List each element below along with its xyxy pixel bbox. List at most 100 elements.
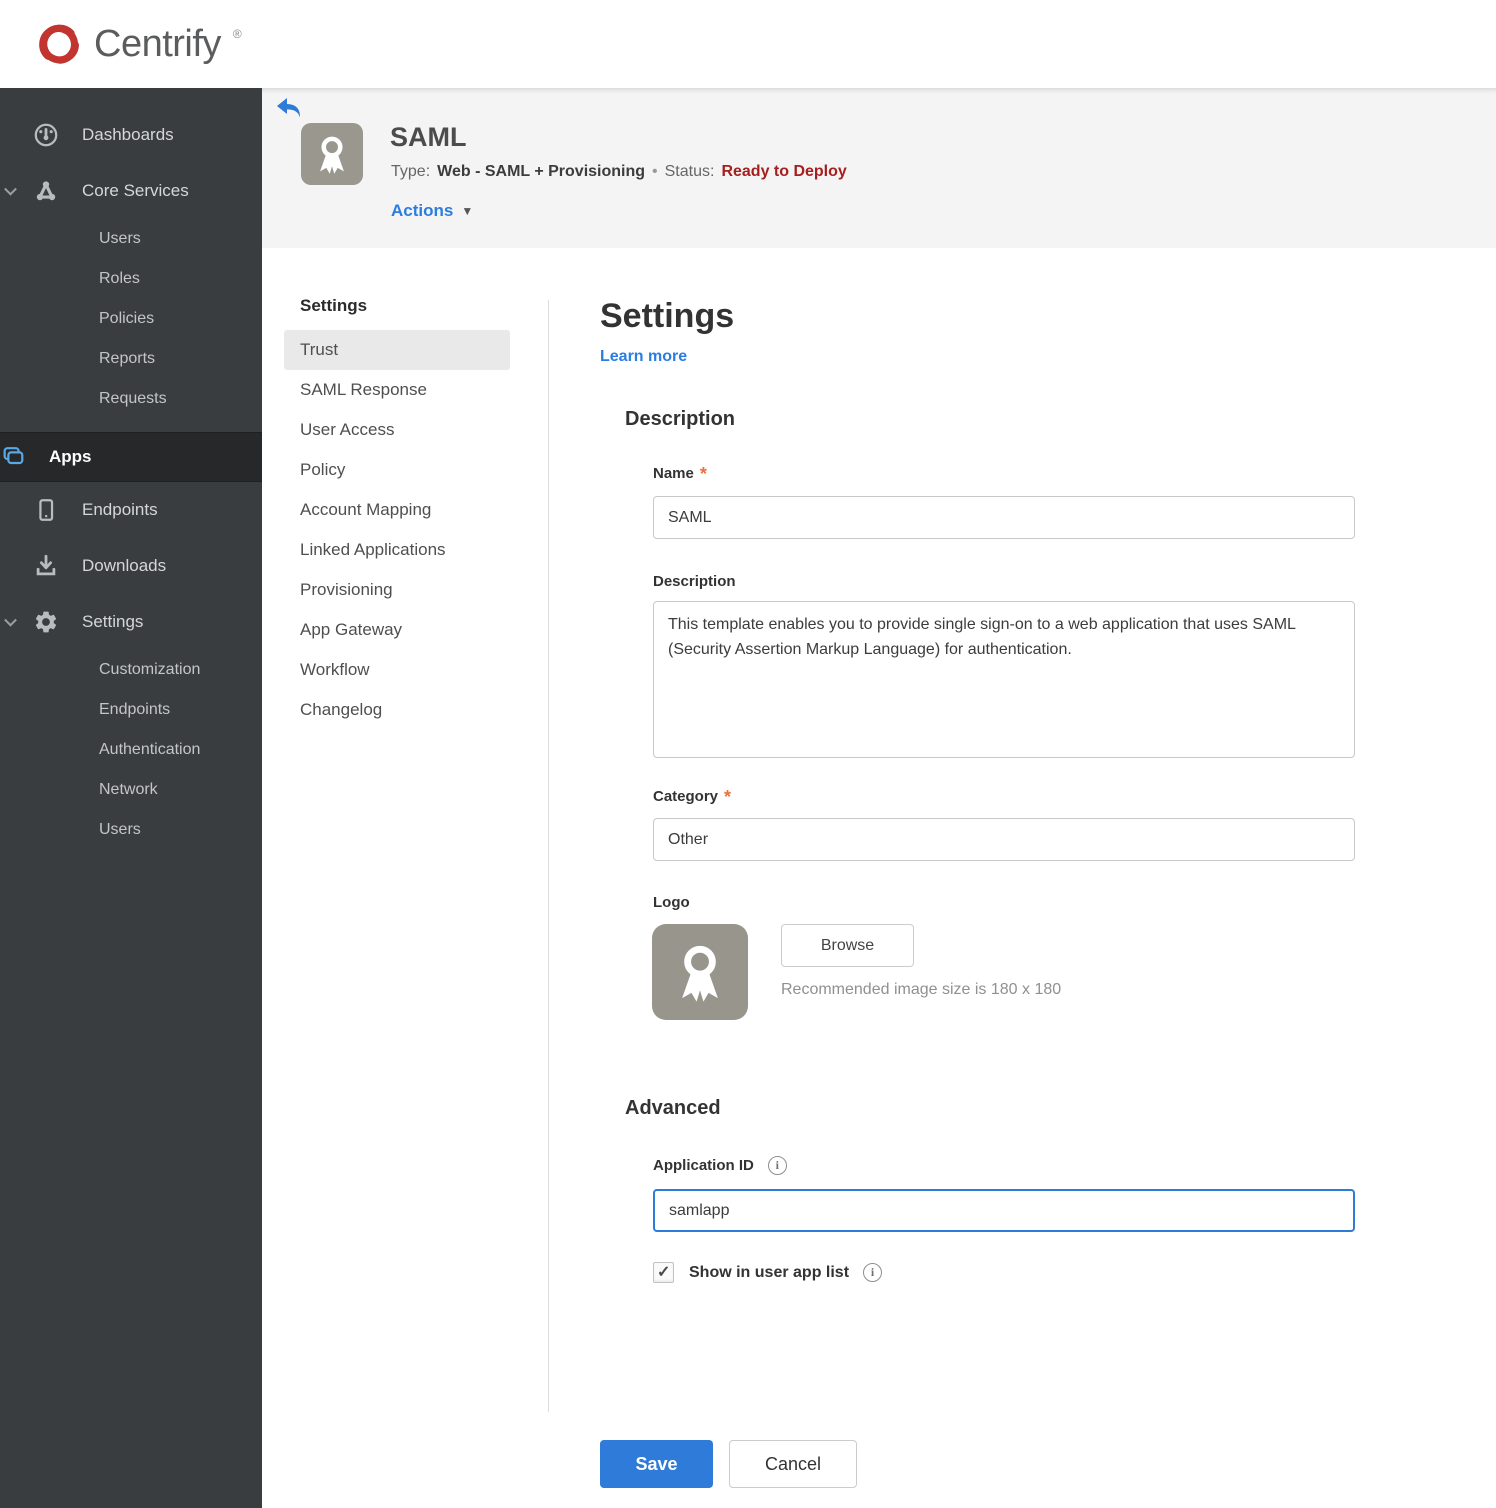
browse-button[interactable]: Browse: [781, 924, 914, 967]
sidebar-item-label: Customization: [99, 661, 201, 678]
type-value: Web - SAML + Provisioning: [437, 163, 646, 180]
subnav-item-policy[interactable]: Policy: [284, 450, 510, 490]
core-services-icon: [36, 181, 56, 201]
registered-mark: ®: [232, 27, 242, 41]
category-field[interactable]: [653, 818, 1355, 861]
subnav-item-provisioning[interactable]: Provisioning: [284, 570, 510, 610]
sidebar-item-authentication[interactable]: Authentication: [0, 730, 262, 770]
sidebar-item-label: Endpoints: [82, 500, 158, 519]
page-title: Settings: [600, 297, 735, 335]
sidebar-item-settings[interactable]: Settings: [0, 594, 262, 650]
sidebar-item-policies[interactable]: Policies: [0, 299, 262, 339]
sidebar-item-roles[interactable]: Roles: [0, 259, 262, 299]
logo-label: Logo: [653, 894, 1356, 911]
sidebar: Dashboards Core Services Users Roles Pol…: [0, 88, 262, 1508]
required-asterisk: *: [699, 463, 707, 484]
subnav-item-user-access[interactable]: User Access: [284, 410, 510, 450]
sidebar-item-label: Apps: [49, 447, 92, 466]
show-in-user-app-list-label: Show in user app list: [689, 1263, 850, 1281]
info-icon[interactable]: i: [863, 1263, 883, 1282]
sidebar-item-label: Requests: [99, 390, 167, 407]
sidebar-item-requests[interactable]: Requests: [0, 379, 262, 419]
vertical-divider: [548, 300, 549, 1412]
mobile-device-icon: [39, 499, 54, 521]
back-arrow-icon[interactable]: [276, 97, 302, 119]
brand-logo[interactable]: Centrify ®: [36, 21, 242, 67]
sidebar-item-apps[interactable]: Apps: [0, 432, 262, 482]
form-actions: Save Cancel: [600, 1440, 857, 1488]
sidebar-item-users-settings[interactable]: Users: [0, 810, 262, 850]
sidebar-item-label: Downloads: [82, 556, 167, 575]
cancel-button[interactable]: Cancel: [729, 1440, 857, 1488]
sidebar-item-downloads[interactable]: Downloads: [0, 538, 262, 594]
actions-label: Actions: [391, 201, 454, 220]
logo-size-hint: Recommended image size is 180 x 180: [781, 981, 1062, 998]
required-asterisk: *: [724, 786, 732, 807]
sidebar-item-label: Authentication: [99, 741, 201, 758]
show-in-user-app-list-row: Show in user app list i: [653, 1262, 1356, 1283]
apps-icon: [3, 447, 24, 465]
sidebar-item-core-services[interactable]: Core Services: [0, 163, 262, 219]
name-label-text: Name: [653, 465, 694, 482]
category-label-text: Category: [653, 788, 719, 805]
save-button[interactable]: Save: [600, 1440, 713, 1488]
sidebar-item-label: Users: [99, 821, 141, 838]
sidebar-item-network[interactable]: Network: [0, 770, 262, 810]
show-in-user-app-list-checkbox[interactable]: [653, 1262, 674, 1283]
app-header: SAML Type: Web - SAML + Provisioning • S…: [262, 88, 1496, 248]
subnav-item-saml-response[interactable]: SAML Response: [284, 370, 510, 410]
sidebar-item-endpoints[interactable]: Endpoints: [0, 482, 262, 538]
chevron-down-icon[interactable]: [4, 182, 17, 196]
sidebar-item-reports[interactable]: Reports: [0, 339, 262, 379]
chevron-down-icon: ▼: [461, 204, 474, 218]
application-id-label: Application ID i: [653, 1156, 1356, 1175]
brand-name: Centrify: [94, 23, 221, 65]
sidebar-item-customization[interactable]: Customization: [0, 650, 262, 690]
actions-menu-button[interactable]: Actions ▼: [391, 201, 473, 221]
subnav-item-app-gateway[interactable]: App Gateway: [284, 610, 510, 650]
subnav-item-trust[interactable]: Trust: [284, 330, 510, 370]
top-bar: Centrify ®: [0, 0, 1496, 88]
app-title: SAML: [390, 122, 467, 152]
subnav-title: Settings: [300, 296, 368, 315]
subnav-item-account-mapping[interactable]: Account Mapping: [284, 490, 510, 530]
sidebar-item-users[interactable]: Users: [0, 219, 262, 259]
sidebar-item-dashboards[interactable]: Dashboards: [0, 107, 262, 163]
page: Centrify ® Dashboards Core Services User…: [0, 0, 1496, 1508]
sidebar-item-label: Policies: [99, 310, 155, 327]
ribbon-award-icon: [320, 136, 344, 174]
logo-row: Browse Recommended image size is 180 x 1…: [652, 924, 1356, 1020]
chevron-down-icon[interactable]: [4, 613, 17, 627]
sidebar-item-label: Endpoints: [99, 701, 171, 718]
meta-separator: •: [652, 163, 658, 180]
subnav-item-linked-applications[interactable]: Linked Applications: [284, 530, 510, 570]
subnav-item-workflow[interactable]: Workflow: [284, 650, 510, 690]
info-icon[interactable]: i: [767, 1156, 787, 1175]
subnav-item-changelog[interactable]: Changelog: [284, 690, 510, 730]
name-label: Name *: [653, 463, 1356, 484]
status-badge: Ready to Deploy: [721, 163, 847, 180]
status-label: Status:: [664, 163, 715, 180]
sidebar-item-endpoints-settings[interactable]: Endpoints: [0, 690, 262, 730]
gauge-icon: [34, 123, 58, 147]
sidebar-item-label: Users: [99, 230, 141, 247]
description-section-title: Description: [625, 408, 736, 430]
name-field[interactable]: [653, 496, 1355, 539]
settings-panel: Settings Learn more Description Name * D…: [600, 296, 1356, 1283]
sidebar-item-label: Dashboards: [82, 125, 174, 144]
type-label: Type:: [391, 163, 431, 180]
description-label-text: Description: [653, 573, 736, 590]
description-field[interactable]: This template enables you to provide sin…: [653, 601, 1355, 758]
app-logo-badge: [301, 123, 363, 185]
sidebar-item-label: Network: [99, 781, 158, 798]
application-id-field[interactable]: [653, 1189, 1355, 1232]
logo-controls: Browse Recommended image size is 180 x 1…: [781, 924, 1061, 1020]
logo-label-text: Logo: [653, 894, 690, 911]
app-meta: Type: Web - SAML + Provisioning • Status…: [391, 163, 847, 181]
application-id-label-text: Application ID: [653, 1157, 754, 1174]
ribbon-award-icon: [682, 945, 718, 1002]
app-subnav: Settings Trust SAML Response User Access…: [284, 296, 510, 730]
sidebar-item-label: Core Services: [82, 181, 189, 200]
sidebar-item-label: Reports: [99, 350, 156, 367]
learn-more-link[interactable]: Learn more: [600, 348, 687, 366]
